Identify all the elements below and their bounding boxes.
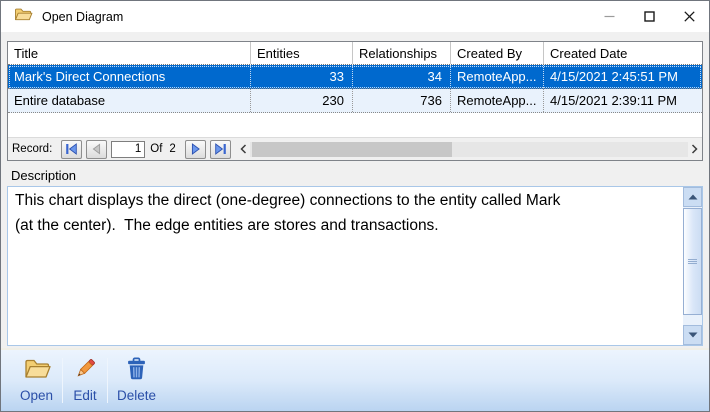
column-header-created-date[interactable]: Created Date [544, 42, 702, 64]
first-record-icon [65, 143, 78, 155]
titlebar: Open Diagram [1, 1, 709, 32]
vertical-scrollbar[interactable] [683, 187, 702, 345]
cell-created-date: 4/15/2021 2:45:51 PM [544, 65, 702, 88]
record-navigator: Record: Of 2 [8, 137, 702, 160]
description-textarea[interactable]: This chart displays the direct (one-degr… [8, 187, 682, 345]
record-label: Record: [12, 143, 52, 155]
delete-button-label: Delete [117, 388, 156, 403]
record-number-input[interactable] [111, 141, 145, 158]
column-header-title[interactable]: Title [8, 42, 251, 64]
horizontal-scroll-track[interactable] [250, 142, 688, 157]
maximize-button[interactable] [629, 1, 669, 32]
dialog-body: Title Entities Relationships Created By … [1, 32, 709, 348]
last-record-icon [214, 143, 227, 155]
previous-record-button[interactable] [86, 140, 107, 159]
cell-created-by: RemoteApp... [451, 89, 544, 112]
diagram-grid: Title Entities Relationships Created By … [7, 41, 703, 161]
scroll-up-button[interactable] [683, 187, 702, 207]
cell-title: Mark's Direct Connections [8, 65, 251, 88]
next-record-button[interactable] [185, 140, 206, 159]
open-folder-icon [14, 7, 33, 27]
vertical-scroll-thumb[interactable] [683, 208, 702, 315]
first-record-button[interactable] [61, 140, 82, 159]
open-diagram-dialog: Open Diagram Title Entities Relationsh [0, 0, 710, 412]
horizontal-scrollbar[interactable] [238, 141, 700, 158]
window-title: Open Diagram [42, 10, 123, 24]
record-total: 2 [169, 143, 175, 155]
edit-button[interactable]: Edit [63, 355, 107, 403]
cell-entities: 230 [251, 89, 353, 112]
scroll-down-icon [688, 332, 698, 338]
delete-button[interactable]: Delete [108, 355, 165, 403]
last-record-button[interactable] [210, 140, 231, 159]
open-button-label: Open [20, 388, 53, 403]
scroll-right-icon[interactable] [688, 141, 700, 158]
bottom-toolbar: Open Edit [1, 348, 709, 411]
edit-button-label: Edit [73, 388, 96, 403]
scroll-thumb-grip [688, 259, 697, 264]
table-row[interactable]: Entire database 230 736 RemoteApp... 4/1… [8, 89, 702, 113]
cell-title: Entire database [8, 89, 251, 112]
cell-relationships: 34 [353, 65, 451, 88]
scroll-down-button[interactable] [683, 325, 702, 345]
grid-header-row: Title Entities Relationships Created By … [8, 42, 702, 65]
delete-trash-icon [124, 357, 149, 386]
record-of-label: Of [150, 143, 162, 155]
horizontal-scroll-thumb[interactable] [252, 142, 452, 157]
vertical-scroll-track[interactable] [683, 207, 702, 325]
column-header-entities[interactable]: Entities [251, 42, 353, 64]
open-button[interactable]: Open [11, 355, 62, 403]
column-header-relationships[interactable]: Relationships [353, 42, 451, 64]
scroll-up-icon [688, 194, 698, 200]
grid-empty-area [8, 113, 702, 137]
cell-relationships: 736 [353, 89, 451, 112]
scroll-left-icon[interactable] [238, 141, 250, 158]
description-box: This chart displays the direct (one-degr… [7, 186, 703, 346]
caption-buttons [589, 1, 709, 32]
cell-created-by: RemoteApp... [451, 65, 544, 88]
cell-created-date: 4/15/2021 2:39:11 PM [544, 89, 702, 112]
edit-pencil-icon [72, 357, 98, 386]
column-header-created-by[interactable]: Created By [451, 42, 544, 64]
open-folder-icon [23, 357, 51, 386]
previous-record-icon [90, 143, 103, 155]
description-label: Description [11, 168, 703, 183]
minimize-button[interactable] [589, 1, 629, 32]
close-button[interactable] [669, 1, 709, 32]
table-row-selected[interactable]: Mark's Direct Connections 33 34 RemoteAp… [8, 65, 702, 89]
cell-entities: 33 [251, 65, 353, 88]
next-record-icon [189, 143, 202, 155]
